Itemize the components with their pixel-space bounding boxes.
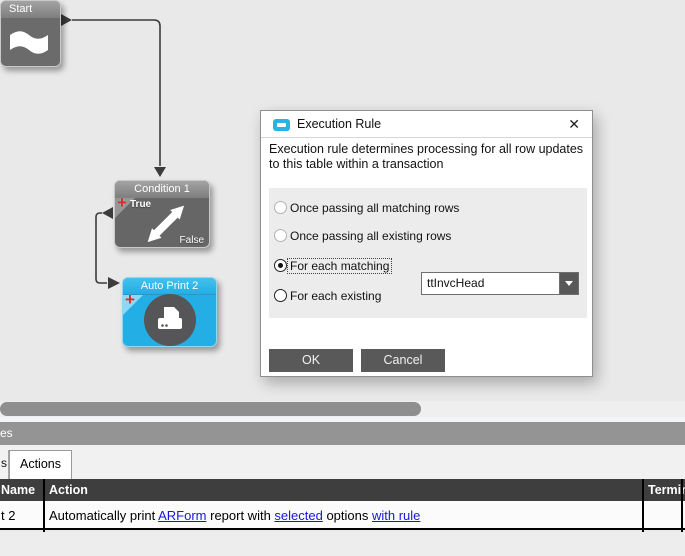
radio-circle-icon[interactable] (274, 259, 287, 272)
dropdown-button[interactable] (559, 273, 578, 294)
dialog-description: Execution rule determines processing for… (269, 142, 584, 171)
condition-true-port-icon (102, 207, 113, 219)
action-text: options (322, 508, 372, 523)
table-header: Name Action Termin (0, 479, 685, 501)
radio-circle-icon[interactable] (274, 229, 287, 242)
radio-once-matching[interactable]: Once passing all matching rows (274, 200, 461, 215)
node-auto-print-title: Auto Print 2 (123, 278, 216, 295)
add-icon[interactable]: + (125, 291, 135, 308)
node-auto-print[interactable]: Auto Print 2 + (122, 277, 217, 347)
radio-for-each-matching[interactable]: For each matching (274, 257, 393, 274)
ok-button[interactable]: OK (269, 349, 353, 372)
radio-for-each-existing[interactable]: For each existing (274, 288, 383, 303)
execution-rule-dialog: Execution Rule ✕ Execution rule determin… (260, 110, 593, 377)
node-start-title: Start (1, 1, 60, 18)
row-name-cell: t 2 (1, 508, 16, 523)
node-start[interactable]: Start (0, 0, 61, 67)
cancel-button[interactable]: Cancel (361, 349, 445, 372)
arform-link[interactable]: ARForm (158, 508, 206, 523)
horizontal-scrollbar[interactable] (0, 401, 685, 417)
column-divider (43, 479, 45, 532)
column-divider (642, 479, 644, 532)
selected-options-link[interactable]: selected (274, 508, 322, 523)
column-name[interactable]: Name (1, 479, 35, 501)
dialog-window-icon (273, 119, 290, 131)
column-terminate[interactable]: Termin (648, 479, 685, 501)
column-action[interactable]: Action (49, 479, 88, 501)
node-condition-title: Condition 1 (115, 181, 209, 198)
radio-group-panel: Once passing all matching rows Once pass… (269, 188, 587, 318)
panel-footer-area (0, 532, 685, 556)
with-rule-link[interactable]: with rule (372, 508, 420, 523)
flag-icon (9, 28, 49, 63)
arrowhead-down-icon (154, 167, 166, 177)
row-action-cell: Automatically print ARForm report with s… (49, 501, 420, 530)
radio-circle-icon[interactable] (274, 289, 287, 302)
node-condition[interactable]: Condition 1 + True False (114, 180, 210, 248)
dialog-titlebar: Execution Rule ✕ (261, 111, 592, 138)
printer-icon (144, 294, 196, 346)
arrowhead-right-icon (108, 277, 120, 289)
panel-header-bar: es (0, 422, 685, 445)
radio-once-existing[interactable]: Once passing all existing rows (274, 228, 453, 243)
add-icon[interactable]: + (117, 194, 127, 211)
start-output-port-icon (61, 14, 72, 26)
dropdown-value: ttInvcHead (427, 276, 485, 290)
table-row[interactable]: t 2 Automatically print ARForm report wi… (0, 501, 685, 530)
chevron-down-icon (565, 281, 573, 286)
close-icon[interactable]: ✕ (566, 116, 582, 133)
tab-conditions-partial[interactable]: s (0, 450, 9, 479)
action-text: report with (206, 508, 275, 523)
tab-strip: s Actions (0, 445, 685, 479)
dialog-title: Execution Rule (297, 117, 382, 131)
table-dropdown[interactable]: ttInvcHead (421, 272, 579, 295)
radio-circle-icon[interactable] (274, 201, 287, 214)
panel-header-text: es (0, 426, 13, 440)
bpm-designer-screen: Start Condition 1 + True False Auto Prin… (0, 0, 685, 556)
tab-actions[interactable]: Actions (9, 450, 72, 479)
column-divider (681, 479, 683, 532)
scrollbar-thumb[interactable] (0, 402, 421, 416)
condition-arrow-icon (139, 200, 191, 247)
action-text: Automatically print (49, 508, 159, 523)
